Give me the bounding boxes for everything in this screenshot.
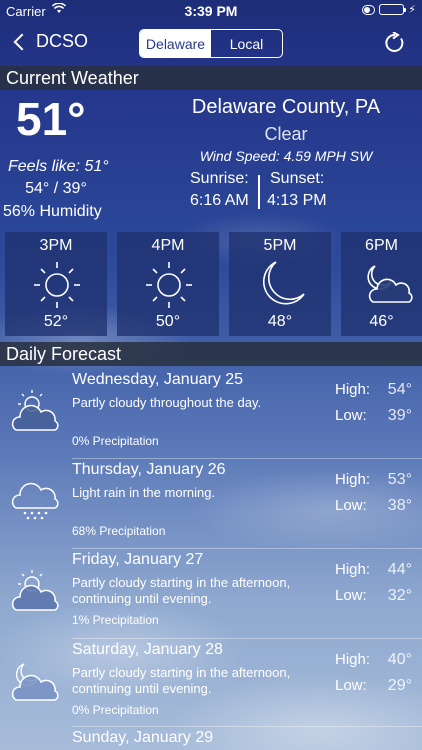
list-item[interactable]: Sunday, January 29 xyxy=(0,726,422,750)
day-precip: 1% Precipitation xyxy=(72,613,159,627)
high-label: High: xyxy=(335,471,371,488)
low-temp: 29° xyxy=(387,677,412,694)
battery-icon xyxy=(379,4,407,15)
charging-icon: ⚡ xyxy=(408,4,416,16)
day-name: Friday, January 27 xyxy=(72,551,204,568)
hi-lo: 54° / 39° xyxy=(25,180,87,197)
high-temp: 53° xyxy=(387,471,412,488)
hour-card: 6PM 46° xyxy=(341,232,422,336)
status-bar: Carrier 3:39 PM ⚡ xyxy=(0,0,422,22)
divider xyxy=(72,548,422,549)
divider xyxy=(72,726,422,727)
rain-icon xyxy=(11,482,59,520)
hour-label: 3PM xyxy=(39,237,73,254)
high-temp: 54° xyxy=(387,381,412,398)
daily-forecast-header: Daily Forecast xyxy=(0,342,422,366)
high-label: High: xyxy=(335,651,371,668)
current-weather-header: Current Weather xyxy=(0,66,422,90)
moon-cloud-icon xyxy=(367,265,413,303)
current-condition: Clear xyxy=(264,124,308,144)
moon-icon xyxy=(262,261,305,305)
high-label: High: xyxy=(335,381,371,398)
status-time: 3:39 PM xyxy=(184,3,238,19)
sunrise-label: Sunrise: xyxy=(190,170,249,187)
refresh-icon[interactable] xyxy=(384,32,406,54)
divider xyxy=(72,638,422,639)
low-label: Low: xyxy=(335,407,367,424)
list-item[interactable]: Friday, January 27 Partly cloudy startin… xyxy=(0,548,422,638)
high-temp: 40° xyxy=(387,651,412,668)
low-temp: 38° xyxy=(387,497,412,514)
chevron-left-icon xyxy=(13,33,31,50)
low-label: Low: xyxy=(335,497,367,514)
day-summary: Partly cloudy throughout the day. xyxy=(72,395,262,410)
sunset-time: 4:13 PM xyxy=(267,192,327,209)
location-name: Delaware County, PA xyxy=(191,96,381,118)
partly-cloudy-night-icon xyxy=(11,663,59,701)
day-name: Sunday, January 29 xyxy=(72,729,214,746)
hour-label: 4PM xyxy=(151,237,185,254)
hour-card: 5PM 48° xyxy=(229,232,331,336)
sunrise-time: 6:16 AM xyxy=(190,192,249,209)
list-item[interactable]: Saturday, January 28 Partly cloudy start… xyxy=(0,638,422,728)
sun-icon xyxy=(34,262,80,308)
back-label: DCSO xyxy=(36,31,89,51)
sun-icon xyxy=(146,262,192,308)
day-summary: Light rain in the morning. xyxy=(72,485,216,500)
hourly-forecast: 3PM 52° 4PM 50° 5PM 48° 6PM 46° xyxy=(0,232,422,338)
hour-label: 6PM xyxy=(365,237,398,254)
orientation-lock-icon xyxy=(362,4,376,15)
location-segmented-control: Delaware Local xyxy=(139,29,283,58)
hour-temp: 50° xyxy=(155,313,181,330)
wind-speed: Wind Speed: 4.59 MPH SW xyxy=(199,148,373,164)
hour-temp: 48° xyxy=(267,313,293,330)
feels-like: Feels like: 51° xyxy=(8,158,109,175)
day-precip: 0% Precipitation xyxy=(72,434,159,448)
day-name: Thursday, January 26 xyxy=(72,461,226,478)
hour-temp: 52° xyxy=(43,313,69,330)
divider xyxy=(72,458,422,459)
back-button[interactable]: DCSO xyxy=(10,31,88,52)
hour-card: 4PM 50° xyxy=(117,232,219,336)
high-temp: 44° xyxy=(387,561,412,578)
low-label: Low: xyxy=(335,677,367,694)
current-temperature: 51° xyxy=(16,93,86,145)
low-label: Low: xyxy=(335,587,367,604)
list-item[interactable]: Wednesday, January 25 Partly cloudy thro… xyxy=(0,368,422,458)
low-temp: 32° xyxy=(387,587,412,604)
day-summary: Partly cloudy starting in the afternoon,… xyxy=(72,575,291,606)
low-temp: 39° xyxy=(387,407,412,424)
day-name: Wednesday, January 25 xyxy=(72,371,244,388)
partly-cloudy-day-icon xyxy=(11,390,59,431)
tab-delaware[interactable]: Delaware xyxy=(140,30,211,57)
day-name: Saturday, January 28 xyxy=(72,641,223,658)
hour-card: 3PM 52° xyxy=(5,232,107,336)
hour-label: 5PM xyxy=(263,237,297,254)
humidity: 56% Humidity xyxy=(3,203,102,220)
day-precip: 68% Precipitation xyxy=(72,524,166,538)
sunset-label: Sunset: xyxy=(270,170,325,187)
tab-local[interactable]: Local xyxy=(211,30,282,57)
nav-bar: DCSO Delaware Local xyxy=(0,22,422,66)
high-label: High: xyxy=(335,561,371,578)
partly-cloudy-day-icon xyxy=(11,570,59,611)
hour-temp: 46° xyxy=(369,313,394,330)
list-item[interactable]: Thursday, January 26 Light rain in the m… xyxy=(0,458,422,548)
sun-divider xyxy=(258,175,260,209)
day-summary: Partly cloudy starting in the afternoon,… xyxy=(72,665,291,696)
day-precip: 0% Precipitation xyxy=(72,703,159,717)
